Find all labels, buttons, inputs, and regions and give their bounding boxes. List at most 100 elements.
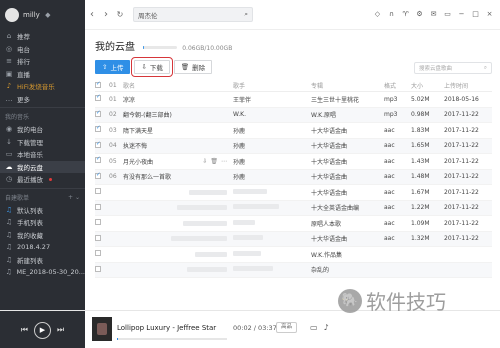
select-all-checkbox[interactable]	[95, 81, 101, 88]
sidebar-item-cloud[interactable]: ☁ 我的云盘	[0, 160, 85, 173]
sidebar-item-live[interactable]: ▣ 直播	[0, 68, 85, 81]
singer[interactable]	[233, 235, 311, 242]
refresh-button[interactable]: ↻	[113, 8, 127, 22]
maximize-icon[interactable]: □	[471, 10, 480, 19]
headphones-icon[interactable]: ∩	[387, 10, 396, 19]
album[interactable]: 十大华语金曲	[311, 188, 384, 197]
album[interactable]: 十大华语金曲	[311, 172, 384, 181]
col-date[interactable]: 上传时间	[444, 81, 492, 90]
game-icon[interactable]: ◇	[373, 10, 382, 19]
album[interactable]: 十大华语金曲	[311, 126, 384, 135]
minimize-icon[interactable]: −	[457, 10, 466, 19]
table-row[interactable]: 02 翻今朝-(翻三部曲) W.K. W.K.原唱mp3 0.98M 2017-11-22	[95, 107, 492, 123]
singer[interactable]	[233, 188, 311, 196]
sidebar-item-hifi[interactable]: ♪ HiFi发烧音乐	[0, 80, 85, 93]
row-checkbox[interactable]	[95, 219, 101, 226]
singer[interactable]: 孙鹿	[233, 172, 311, 181]
album[interactable]: 十大全英语金曲编	[311, 203, 384, 212]
sidebar-item-my-radio[interactable]: ◉ 我的电台	[0, 123, 85, 136]
delete-button[interactable]: 🗑 删除	[173, 60, 213, 74]
table-row[interactable]: W.K.作品集	[95, 247, 492, 263]
cloud-search-input[interactable]: 搜索云盘歌曲 ⌕	[414, 62, 492, 74]
playlist-item[interactable]: ♫ 我的收藏	[0, 229, 85, 242]
play-button[interactable]: ▶	[34, 321, 51, 339]
row-checkbox[interactable]	[95, 203, 101, 210]
row-checkbox[interactable]	[95, 141, 101, 148]
search-icon[interactable]: ⌕	[484, 65, 487, 72]
lyrics-icon[interactable]: ♪	[324, 323, 329, 332]
singer[interactable]: 孙鹿	[233, 126, 311, 135]
row-checkbox[interactable]	[95, 250, 101, 257]
settings-icon[interactable]: ⚙	[415, 10, 424, 19]
song-name[interactable]	[123, 236, 233, 242]
row-checkbox[interactable]	[95, 172, 101, 179]
col-singer[interactable]: 歌手	[233, 81, 311, 90]
table-row[interactable]: 十大全英语金曲编 aac 1.22M 2017-11-22	[95, 200, 492, 216]
table-row[interactable]: 05 月光小夜曲 ⇩🗑⋯ 孙鹿 十大华语金曲aac 1.43M 2017-11-22	[95, 154, 492, 170]
song-name[interactable]: 隋下满天星	[123, 126, 233, 135]
album-cover[interactable]	[92, 317, 112, 341]
quality-button[interactable]: 高品	[276, 322, 298, 333]
upload-button[interactable]: ⇧ 上传	[95, 60, 131, 74]
singer[interactable]: 孙鹿	[233, 141, 311, 150]
download-icon[interactable]: ⇩	[202, 158, 207, 165]
row-checkbox[interactable]	[95, 110, 101, 117]
song-name[interactable]	[123, 220, 233, 226]
table-row[interactable]: 原唱人本歌 aac 1.09M 2017-11-22	[95, 216, 492, 232]
close-icon[interactable]: ×	[485, 10, 494, 19]
col-name[interactable]: 歌名	[123, 81, 233, 90]
playlist-item[interactable]: ♫ 新建列表	[0, 254, 85, 267]
forward-button[interactable]: ›	[99, 8, 113, 22]
shirt-icon[interactable]: ♈	[401, 10, 410, 19]
album[interactable]: W.K.作品集	[311, 250, 384, 259]
album[interactable]: 十大华语金曲	[311, 234, 384, 243]
table-row[interactable]: 杂乱的	[95, 262, 492, 278]
playlist-item[interactable]: ♫ 2018.4.27	[0, 241, 85, 254]
col-format[interactable]: 格式	[384, 81, 411, 90]
next-icon[interactable]: ⏭	[57, 325, 64, 335]
playlist-item[interactable]: ♫ ME_2018-05-30_20...	[0, 266, 85, 279]
song-name[interactable]	[123, 251, 233, 257]
row-checkbox[interactable]	[95, 94, 101, 102]
song-name[interactable]: 月光小夜曲 ⇩ 🗑 ⋯	[123, 157, 233, 166]
plus-icon[interactable]: + ⌄	[68, 194, 80, 201]
table-row[interactable]: 06 有没有那么一首歌 孙鹿 十大华语金曲aac 1.48M 2017-11-22	[95, 169, 492, 185]
row-checkbox[interactable]	[95, 188, 101, 195]
album[interactable]: 十大华语金曲	[311, 157, 384, 166]
delete-icon[interactable]: 🗑	[210, 158, 218, 165]
singer[interactable]: W.K.	[233, 111, 311, 118]
album[interactable]: 杂乱的	[311, 265, 384, 274]
search-input[interactable]: 周杰伦 ⌕	[133, 7, 253, 22]
singer[interactable]: 王菲伴	[233, 95, 311, 104]
search-icon[interactable]: ⌕	[244, 10, 248, 19]
row-checkbox[interactable]	[95, 265, 101, 272]
download-button[interactable]: ⇩ 下载	[131, 57, 173, 77]
progress-bar[interactable]	[117, 338, 227, 340]
album[interactable]: 三生三世十里桃花	[311, 95, 384, 104]
singer[interactable]	[233, 250, 311, 258]
singer[interactable]: 孙鹿	[233, 157, 311, 166]
singer[interactable]	[233, 204, 311, 211]
playlist-item[interactable]: ♫ 手机列表	[0, 216, 85, 229]
avatar[interactable]	[5, 8, 19, 22]
track-title[interactable]: Lollipop Luxury - Jeffree Star	[117, 324, 216, 332]
comment-icon[interactable]: ▭	[310, 323, 318, 332]
table-row[interactable]: 01 凉凉 王菲伴 三生三世十里桃花mp3 5.02M 2018-05-16	[95, 92, 492, 108]
sidebar-item-recent[interactable]: ◷ 最近播放	[0, 173, 85, 186]
col-album[interactable]: 专辑	[311, 81, 384, 90]
song-name[interactable]: 凉凉	[123, 95, 233, 104]
song-name[interactable]: 执迷不悔	[123, 141, 233, 150]
sidebar-item-radio[interactable]: ◎ 电台	[0, 43, 85, 56]
table-row[interactable]: 十大华语金曲 aac 1.67M 2017-11-22	[95, 185, 492, 201]
table-row[interactable]: 04 执迷不悔 孙鹿 十大华语金曲aac 1.65M 2017-11-22	[95, 138, 492, 154]
album[interactable]: W.K.原唱	[311, 110, 384, 119]
back-button[interactable]: ‹	[85, 8, 99, 22]
diamond-icon[interactable]: ◆	[44, 11, 52, 19]
sidebar-item-recommend[interactable]: ⌂ 推荐	[0, 30, 85, 43]
song-name[interactable]	[123, 205, 233, 211]
sidebar-item-more[interactable]: … 更多	[0, 93, 85, 106]
sidebar-item-downloads[interactable]: ↓ 下载管理	[0, 136, 85, 149]
row-checkbox[interactable]	[95, 234, 101, 241]
row-checkbox[interactable]	[95, 156, 101, 164]
album[interactable]: 十大华语金曲	[311, 141, 384, 150]
